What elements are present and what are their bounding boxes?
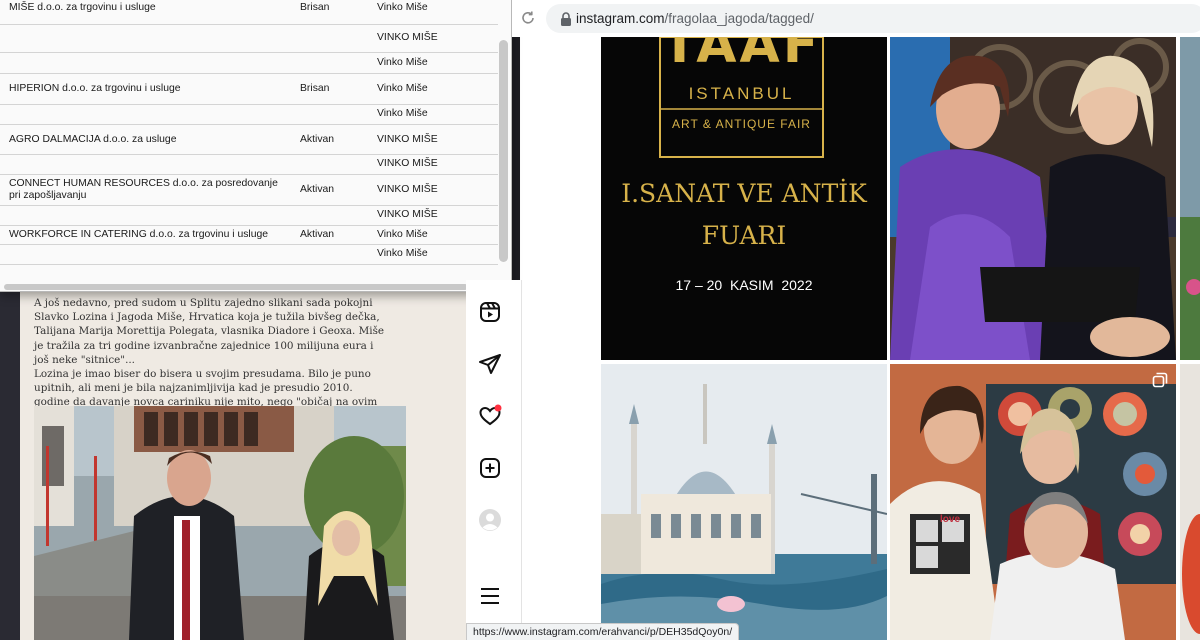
- more-menu-icon[interactable]: [478, 584, 502, 608]
- table-row[interactable]: VINKO MIŠE: [0, 206, 498, 226]
- notifications-icon[interactable]: [478, 404, 502, 428]
- company-name-cell: WORKFORCE IN CATERING d.o.o. za trgovinu…: [9, 229, 269, 240]
- status-cell: Brisan: [300, 2, 330, 13]
- fair-city: ISTANBUL: [688, 84, 795, 103]
- table-row[interactable]: Vinko Miše: [0, 105, 498, 125]
- spreadsheet-window: MIŠE d.o.o. za trgovinu i usluge Brisan …: [0, 0, 512, 292]
- fair-logo: TAAF: [661, 37, 822, 75]
- instagram-sidebar: [466, 280, 522, 640]
- table-row[interactable]: MIŠE d.o.o. za trgovinu i usluge Brisan …: [0, 0, 498, 25]
- post-thumbnail-partial[interactable]: [1180, 37, 1200, 360]
- sweater-print: love: [940, 514, 961, 525]
- horizontal-scrollbar[interactable]: [4, 284, 468, 290]
- owner-cell: Vinko Miše: [377, 2, 428, 13]
- post-thumbnail-fair[interactable]: TAAF ISTANBUL ART & ANTIQUE FAIR I.SANAT…: [601, 37, 887, 360]
- table-row[interactable]: AGRO DALMACIJA d.o.o. za usluge Aktivan …: [0, 125, 498, 155]
- site-info-icon[interactable]: [560, 12, 572, 26]
- owner-cell: Vinko Miše: [377, 229, 428, 240]
- messages-icon[interactable]: [478, 352, 502, 376]
- status-cell: Aktivan: [300, 184, 335, 195]
- reels-icon[interactable]: [478, 300, 502, 324]
- company-name-cell: CONNECT HUMAN RESOURCES d.o.o. za posred…: [9, 178, 278, 201]
- status-cell: Aktivan: [300, 134, 335, 145]
- table-row[interactable]: HIPERION d.o.o. za trgovinu i usluge Bri…: [0, 74, 498, 105]
- post-thumbnail-mosque[interactable]: [601, 364, 887, 640]
- company-name-cell: HIPERION d.o.o. za trgovinu i usluge: [9, 83, 181, 94]
- status-bar-link: https://www.instagram.com/erahvanci/p/DE…: [466, 623, 740, 640]
- url-domain: instagram.com: [576, 11, 665, 26]
- owner-cell: VINKO MIŠE: [377, 209, 438, 220]
- fair-dates: 17 – 20 KASIM 2022: [675, 277, 813, 293]
- table-row[interactable]: Vinko Miše: [0, 245, 498, 265]
- owner-cell: Vinko Miše: [377, 108, 428, 119]
- owner-cell: Vinko Miše: [377, 248, 428, 259]
- table-row[interactable]: CONNECT HUMAN RESOURCES d.o.o. za posred…: [0, 175, 498, 206]
- status-cell: Aktivan: [300, 229, 335, 240]
- owner-cell: Vinko Miše: [377, 57, 428, 68]
- status-cell: Brisan: [300, 83, 330, 94]
- owner-cell: Vinko Miše: [377, 83, 428, 94]
- url-path: /fragolaa_jagoda/tagged/: [664, 11, 814, 26]
- profile-icon[interactable]: [478, 508, 502, 532]
- article-panel: A još nedavno, pred sudom u Splitu zajed…: [20, 290, 466, 640]
- vertical-scrollbar[interactable]: [499, 40, 508, 262]
- owner-cell: VINKO MIŠE: [377, 158, 438, 169]
- post-thumbnail-partial[interactable]: [1180, 364, 1200, 640]
- fair-headline: FUARI: [701, 221, 787, 250]
- company-name-cell: AGRO DALMACIJA d.o.o. za usluge: [9, 134, 177, 145]
- create-icon[interactable]: [478, 456, 502, 480]
- url-text[interactable]: instagram.com/fragolaa_jagoda/tagged/: [576, 11, 814, 26]
- company-name-cell: MIŠE d.o.o. za trgovinu i usluge: [9, 2, 156, 13]
- owner-cell: VINKO MIŠE: [377, 134, 438, 145]
- post-thumbnail-group[interactable]: love: [890, 364, 1176, 640]
- owner-cell: VINKO MIŠE: [377, 32, 438, 43]
- article-page-margin: [0, 280, 20, 640]
- multi-post-icon: [1152, 372, 1168, 388]
- article-photo: [34, 406, 406, 640]
- reload-icon[interactable]: [520, 10, 536, 26]
- article-paragraph: A još nedavno, pred sudom u Splitu zajed…: [34, 297, 385, 366]
- table-row[interactable]: Vinko Miše: [0, 53, 498, 74]
- fair-subtitle: ART & ANTIQUE FAIR: [672, 117, 811, 131]
- table-row[interactable]: WORKFORCE IN CATERING d.o.o. za trgovinu…: [0, 226, 498, 245]
- fair-headline: I.SANAT VE ANTİK: [621, 179, 867, 208]
- article-body: A još nedavno, pred sudom u Splitu zajed…: [34, 296, 390, 424]
- post-thumbnail-photo[interactable]: [890, 37, 1176, 360]
- table-row[interactable]: VINKO MIŠE: [0, 155, 498, 175]
- owner-cell: VINKO MIŠE: [377, 184, 438, 195]
- browser-toolbar: instagram.com/fragolaa_jagoda/tagged/: [512, 0, 1200, 37]
- table-row[interactable]: VINKO MIŠE: [0, 25, 498, 53]
